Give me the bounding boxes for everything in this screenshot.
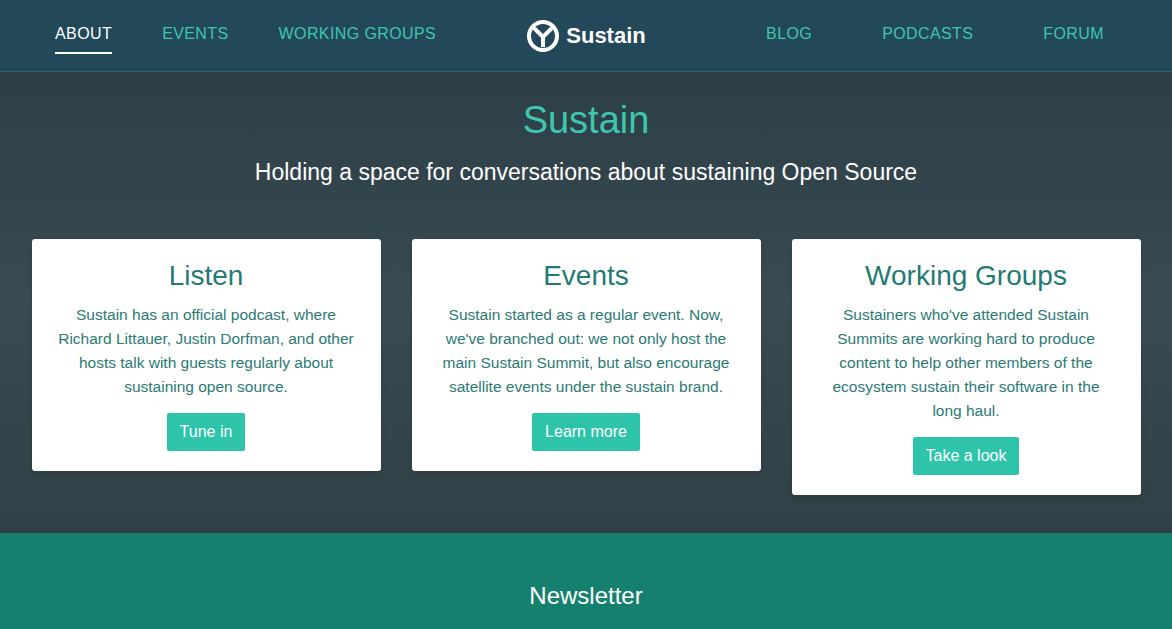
card-title: Listen	[169, 259, 244, 293]
nav-link[interactable]: WORKING GROUPS	[279, 22, 437, 54]
nav-link[interactable]: PODCASTS	[882, 22, 973, 54]
hero-title: Sustain	[523, 96, 650, 144]
feature-card: Listen Sustain has an official podcast, w…	[32, 239, 381, 471]
logo-text: Sustain	[566, 19, 645, 52]
card-button[interactable]: Take a look	[913, 437, 1020, 475]
nav-link[interactable]: FORUM	[1043, 22, 1104, 54]
nav-right: BLOG PODCASTS FORUM	[666, 18, 1172, 54]
card-body: Sustain started as a regular event. Now,…	[438, 303, 735, 399]
hero: Sustain Holding a space for conversations…	[0, 72, 1172, 533]
card-button[interactable]: Tune in	[167, 413, 246, 451]
card-button[interactable]: Learn more	[532, 413, 640, 451]
hero-subtitle: Holding a space for conversations about …	[255, 156, 917, 188]
top-nav: ABOUT EVENTS WORKING GROUPS Sustain BLOG PODC…	[0, 0, 1172, 72]
feature-card: Working Groups Sustainers who've attended…	[792, 239, 1141, 495]
nav-link[interactable]: ABOUT	[55, 22, 112, 54]
logo[interactable]: Sustain	[506, 19, 665, 53]
nav-link[interactable]: BLOG	[766, 22, 812, 54]
nav-link[interactable]: EVENTS	[162, 22, 228, 54]
sustain-logo-icon	[526, 19, 560, 53]
card-body: Sustain has an official podcast, where R…	[58, 303, 355, 399]
card-body: Sustainers who've attended Sustain Summi…	[818, 303, 1115, 423]
feature-card: Events Sustain started as a regular event…	[412, 239, 761, 471]
card-row: Listen Sustain has an official podcast, w…	[32, 239, 1141, 495]
newsletter-title: Newsletter	[529, 581, 642, 611]
nav-left: ABOUT EVENTS WORKING GROUPS	[0, 18, 506, 54]
page: ABOUT EVENTS WORKING GROUPS Sustain BLOG PODC…	[0, 0, 1172, 629]
newsletter: Newsletter	[0, 533, 1172, 611]
card-title: Working Groups	[865, 259, 1067, 293]
card-title: Events	[543, 259, 629, 293]
